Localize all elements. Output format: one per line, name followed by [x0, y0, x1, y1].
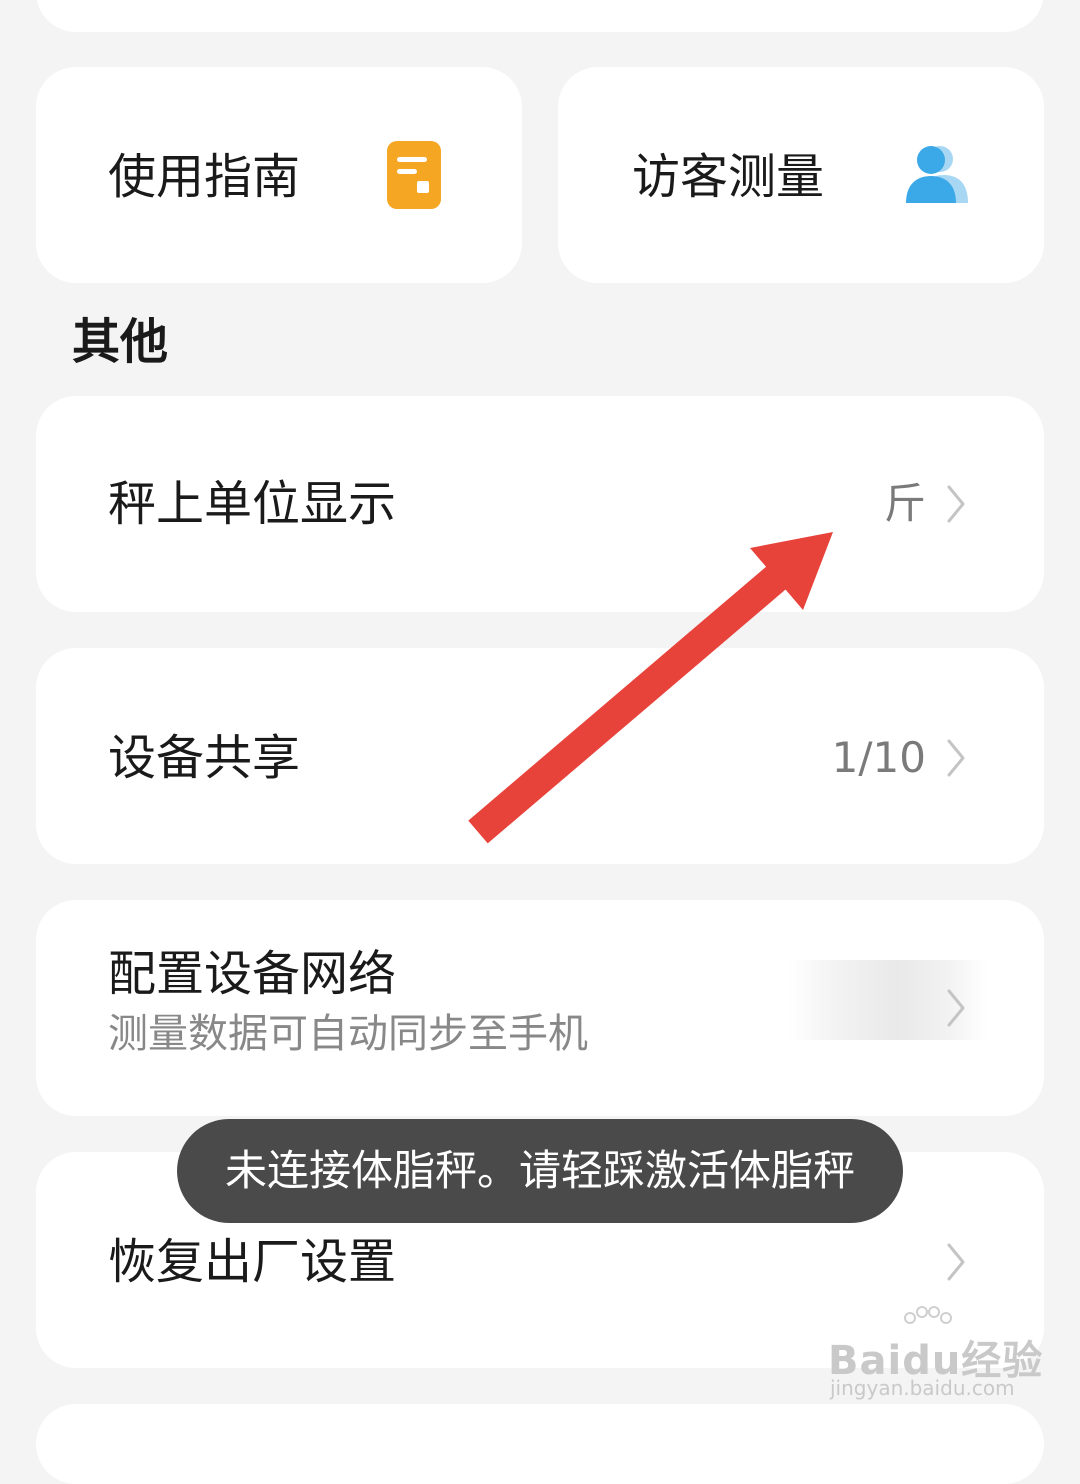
device-sharing-title: 设备共享 — [108, 730, 301, 786]
section-title-other: 其他 — [72, 314, 169, 370]
watermark-url: jingyan.baidu.com — [830, 1376, 1015, 1400]
scale-unit-value: 斤 — [883, 479, 926, 528]
factory-reset-title: 恢复出厂设置 — [108, 1234, 397, 1290]
chevron-right-icon — [947, 739, 965, 777]
baidu-watermark: Baidu经验 jingyan.baidu.com — [828, 1306, 1042, 1402]
bottom-card-partial — [36, 1404, 1044, 1484]
document-icon — [387, 141, 441, 209]
device-sharing-row[interactable]: 设备共享 1/10 — [36, 648, 1044, 864]
scale-unit-display-row[interactable]: 秤上单位显示 斤 — [36, 396, 1044, 612]
configure-network-row[interactable]: 配置设备网络 测量数据可自动同步至手机 — [36, 900, 1044, 1116]
chevron-right-icon — [947, 485, 965, 523]
guide-tile[interactable]: 使用指南 — [36, 67, 522, 283]
configure-network-subtitle: 测量数据可自动同步至手机 — [108, 1011, 588, 1057]
chevron-right-icon — [947, 989, 965, 1027]
top-card-partial — [36, 0, 1044, 32]
people-icon — [906, 146, 968, 203]
device-sharing-count: 1/10 — [831, 733, 926, 782]
chevron-right-icon — [947, 1243, 965, 1281]
visitor-measure-tile[interactable]: 访客测量 — [558, 67, 1044, 283]
toast-message: 未连接体脂秤。请轻踩激活体脂秤 — [177, 1119, 903, 1223]
guide-label: 使用指南 — [108, 149, 301, 205]
configure-network-title: 配置设备网络 — [108, 946, 397, 1002]
scale-unit-display-title: 秤上单位显示 — [108, 476, 397, 532]
visitor-label: 访客测量 — [632, 149, 825, 205]
